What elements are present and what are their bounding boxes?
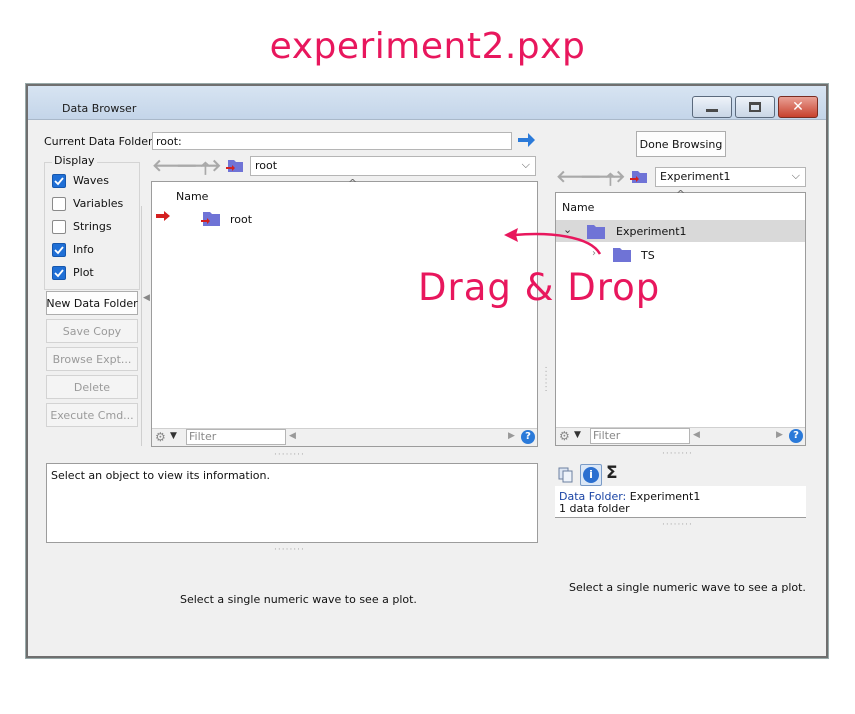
browse-expt-button[interactable]: Browse Expt... [46, 347, 138, 371]
info-tab[interactable]: i [580, 464, 602, 486]
settings-gear-icon[interactable]: ⚙ [155, 430, 166, 444]
minimize-icon [706, 108, 718, 112]
drag-arrow-annotation [500, 222, 610, 262]
data-folder-icon [611, 246, 633, 264]
right-filter-placeholder: Filter [593, 429, 621, 442]
maximize-button[interactable] [735, 96, 775, 118]
left-name-header[interactable]: Name [176, 190, 208, 203]
data-browser-window: Data Browser ✕ Current Data Folder: root… [26, 84, 828, 658]
root-folder-item[interactable]: root [230, 213, 252, 226]
forward-arrow-icon[interactable]: 🡒 [580, 167, 626, 187]
arrow-right-icon[interactable] [516, 131, 536, 149]
current-folder-field[interactable]: root: [152, 132, 512, 150]
right-filter-input[interactable]: Filter [590, 428, 690, 444]
plot-checkbox[interactable] [52, 266, 66, 280]
left-info-panel: Select an object to view its information… [46, 463, 538, 543]
experiment-combo[interactable]: Experiment1 ⌵ [655, 167, 806, 187]
right-plot-message: Select a single numeric wave to see a pl… [569, 581, 806, 594]
waves-checkbox[interactable] [52, 174, 66, 188]
sort-caret-icon[interactable]: ^ [676, 188, 685, 201]
left-filter-placeholder: Filter [189, 430, 217, 443]
left-folder-combo-value: root [255, 159, 278, 172]
variables-checkbox[interactable] [52, 197, 66, 211]
right-name-header[interactable]: Name [562, 201, 594, 214]
info-checkbox[interactable] [52, 243, 66, 257]
window-title: Data Browser [62, 102, 137, 115]
right-info-panel: Data Folder: Experiment1 1 data folder [555, 486, 806, 518]
sort-caret-icon[interactable]: ^ [348, 177, 357, 190]
forward-arrow-icon[interactable]: 🡒 [176, 156, 222, 176]
left-folder-combo[interactable]: root ⌵ [250, 156, 536, 176]
sigma-icon[interactable]: Σ [606, 463, 618, 483]
current-folder-marker-icon [155, 210, 171, 222]
close-icon: ✕ [792, 99, 804, 115]
scroll-left-icon[interactable]: ◀ [289, 431, 296, 441]
execute-cmd-button[interactable]: Execute Cmd... [46, 403, 138, 427]
info-icon: i [583, 467, 599, 483]
left-tree-panel: ^ Name root ⚙ ▼ Filter ◀ ▶ ? [151, 177, 538, 447]
left-filter-input[interactable]: Filter [186, 429, 286, 445]
info-label: Info [73, 243, 94, 256]
data-folder-icon[interactable] [629, 169, 649, 185]
scroll-left-icon[interactable]: ◀ [693, 430, 700, 440]
left-splitter[interactable] [141, 206, 142, 446]
settings-gear-icon[interactable]: ⚙ [559, 429, 570, 443]
help-icon[interactable]: ? [521, 430, 535, 444]
scroll-right-icon[interactable]: ▶ [508, 431, 515, 441]
copy-icon[interactable] [557, 466, 575, 484]
right-split-grip[interactable]: ········ [662, 449, 693, 459]
waves-label: Waves [73, 174, 109, 187]
data-folder-count: 1 data folder [559, 502, 630, 515]
left-split-grip[interactable]: ········ [274, 450, 305, 460]
ts-folder-item[interactable]: TS [641, 249, 655, 262]
vertical-split-grip[interactable]: ······· [540, 366, 550, 393]
drag-and-drop-label: Drag & Drop [418, 266, 661, 309]
data-folder-icon [200, 210, 222, 228]
page-title: experiment2.pxp [269, 26, 586, 67]
collapse-arrow-icon[interactable]: ◀ [143, 293, 150, 303]
strings-checkbox[interactable] [52, 220, 66, 234]
left-info-grip[interactable]: ········ [274, 545, 305, 555]
title-bar: Data Browser ✕ [28, 86, 826, 120]
minimize-button[interactable] [692, 96, 732, 118]
plot-label: Plot [73, 266, 94, 279]
current-folder-label: Current Data Folder: [44, 135, 157, 148]
scroll-right-icon[interactable]: ▶ [776, 430, 783, 440]
right-info-grip[interactable]: ········ [662, 520, 693, 530]
experiment-combo-value: Experiment1 [660, 170, 731, 183]
new-data-folder-button[interactable]: New Data Folder [46, 291, 138, 315]
experiment-item[interactable]: Experiment1 [616, 225, 687, 238]
left-plot-message: Select a single numeric wave to see a pl… [180, 593, 417, 606]
left-info-message: Select an object to view its information… [51, 469, 270, 482]
maximize-icon [749, 102, 761, 112]
dropdown-arrow-icon[interactable]: ▼ [170, 431, 177, 441]
save-copy-button[interactable]: Save Copy [46, 319, 138, 343]
chevron-down-icon: ⌵ [521, 158, 530, 171]
help-icon[interactable]: ? [789, 429, 803, 443]
display-group-label: Display [52, 154, 97, 167]
data-folder-icon[interactable] [225, 158, 245, 174]
variables-label: Variables [73, 197, 124, 210]
strings-label: Strings [73, 220, 112, 233]
chevron-down-icon: ⌵ [791, 169, 800, 182]
delete-button[interactable]: Delete [46, 375, 138, 399]
data-folder-info-value: Experiment1 [629, 490, 701, 503]
done-browsing-button[interactable]: Done Browsing [636, 131, 726, 157]
close-button[interactable]: ✕ [778, 96, 818, 118]
dropdown-arrow-icon[interactable]: ▼ [574, 430, 581, 440]
